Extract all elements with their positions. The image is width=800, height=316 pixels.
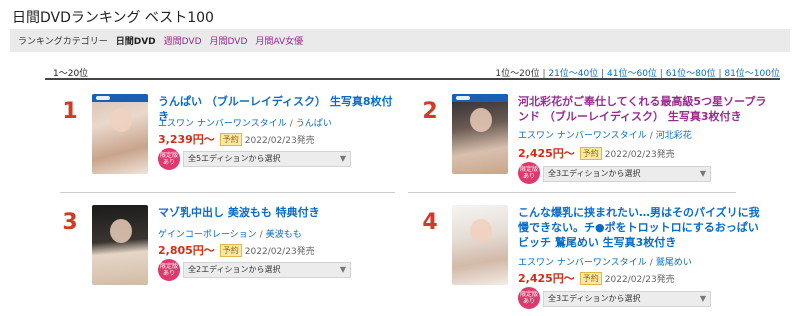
price-row: 2,425円〜 予約 2022/02/23発売 (518, 270, 675, 286)
pager-21-40[interactable]: 21位〜40位 (548, 69, 598, 79)
price-row: 2,425円〜 予約 2022/02/23発売 (518, 145, 675, 161)
current-range: 1〜20位 (53, 69, 89, 79)
price-row: 2,805円〜 予約 2022/02/23発売 (158, 242, 315, 258)
rank-number: 2 (422, 99, 438, 124)
category-weekly-dvd[interactable]: 週間DVD (164, 34, 202, 47)
price: 2,425円〜 (518, 147, 575, 160)
actress-link[interactable]: 河北彩花 (656, 131, 692, 141)
price: 3,239円〜 (158, 133, 215, 146)
price: 2,425円〜 (518, 272, 575, 285)
maker-link[interactable]: エスワン ナンバーワンスタイル (158, 119, 287, 129)
page-title: 日間DVDランキング ベスト100 (12, 10, 214, 26)
chevron-down-icon: ▼ (699, 169, 706, 178)
product-title[interactable]: 河北彩花がご奉仕してくれる最高級5つ星ソープランド （ブルーレイディスク） 生写… (518, 94, 768, 124)
actress-link[interactable]: 美波もも (266, 230, 302, 240)
edition-select[interactable]: 全2エディションから選択 ▼ (183, 262, 351, 278)
rank-number: 4 (422, 210, 438, 235)
maker-link[interactable]: ゲインコーポレーション (158, 230, 257, 240)
actress-link[interactable]: うんぱい (296, 119, 332, 129)
range-bar: 1〜20位 1位〜20位 | 21位〜40位 | 41位〜60位 | 61位〜8… (45, 62, 780, 80)
limited-edition-badge: 限定版あり (518, 287, 540, 309)
rank-number: 3 (62, 210, 78, 235)
release-date: 2022/02/23発売 (244, 135, 315, 146)
product-title[interactable]: マゾ乳中出し 美波もも 特典付き (158, 205, 398, 220)
product-cover[interactable] (92, 205, 148, 285)
maker-link[interactable]: エスワン ナンバーワンスタイル (518, 258, 647, 268)
ranking-item: 4 こんな爆乳に挟まれたい…男はそのパイズリに我慢できない。チ●ポをトロットロに… (418, 205, 760, 313)
release-date: 2022/02/23発売 (604, 274, 675, 285)
maker-line: エスワン ナンバーワンスタイル / 河北彩花 (518, 131, 692, 141)
preorder-badge: 予約 (219, 132, 242, 146)
edition-select[interactable]: 全3エディションから選択 ▼ (543, 291, 711, 307)
category-daily-dvd: 日間DVD (115, 37, 156, 47)
pager-41-60[interactable]: 41位〜60位 (607, 69, 657, 79)
chevron-down-icon: ▼ (339, 154, 346, 163)
category-label: ランキングカテゴリー (18, 37, 108, 47)
price: 2,805円〜 (158, 244, 215, 257)
maker-line: エスワン ナンバーワンスタイル / うんぱい (158, 119, 332, 129)
edition-select[interactable]: 全3エディションから選択 ▼ (543, 166, 711, 182)
preorder-badge: 予約 (219, 243, 242, 257)
category-monthly-dvd[interactable]: 月間DVD (210, 34, 248, 47)
ranking-category-bar: ランキングカテゴリー 日間DVD 週間DVD 月間DVD 月間AV女優 (10, 29, 790, 52)
limited-edition-badge: 限定版あり (158, 148, 180, 170)
chevron-down-icon: ▼ (699, 294, 706, 303)
ranking-item: 1 うんぱい （ブルーレイディスク） 生写真8枚付き エスワン ナンバーワンスタ… (58, 94, 398, 189)
maker-link[interactable]: エスワン ナンバーワンスタイル (518, 131, 647, 141)
price-row: 3,239円〜 予約 2022/02/23発売 (158, 131, 315, 147)
ranking-item: 3 マゾ乳中出し 美波もも 特典付き ゲインコーポレーション / 美波もも 2,80… (58, 205, 398, 300)
pager-61-80[interactable]: 61位〜80位 (666, 69, 716, 79)
edition-select[interactable]: 全5エディションから選択 ▼ (183, 151, 351, 167)
limited-edition-badge: 限定版あり (518, 162, 540, 184)
release-date: 2022/02/23発売 (244, 246, 315, 257)
pager-1-20: 1位〜20位 (495, 69, 540, 79)
product-cover[interactable] (452, 205, 508, 285)
bluray-badge (92, 94, 148, 102)
release-date: 2022/02/23発売 (604, 149, 675, 160)
chevron-down-icon: ▼ (339, 265, 346, 274)
range-pager: 1位〜20位 | 21位〜40位 | 41位〜60位 | 61位〜80位 | 8… (495, 69, 780, 79)
row-divider (408, 192, 736, 193)
maker-line: エスワン ナンバーワンスタイル / 鷲尾めい (518, 258, 692, 268)
limited-edition-badge: 限定版あり (158, 259, 180, 281)
pager-81-100[interactable]: 81位〜100位 (724, 69, 780, 79)
bluray-badge (452, 94, 508, 102)
category-monthly-av-actress[interactable]: 月間AV女優 (255, 34, 303, 47)
product-cover[interactable] (92, 94, 148, 174)
product-cover[interactable] (452, 94, 508, 174)
actress-link[interactable]: 鷲尾めい (656, 258, 692, 268)
preorder-badge: 予約 (579, 271, 602, 285)
row-divider (60, 192, 395, 193)
product-title[interactable]: こんな爆乳に挟まれたい…男はそのパイズリに我慢できない。チ●ポをトロットロにする… (518, 205, 763, 250)
preorder-badge: 予約 (579, 146, 602, 160)
rank-number: 1 (62, 99, 78, 124)
maker-line: ゲインコーポレーション / 美波もも (158, 230, 302, 240)
ranking-item: 2 河北彩花がご奉仕してくれる最高級5つ星ソープランド （ブルーレイディスク） … (418, 94, 766, 189)
